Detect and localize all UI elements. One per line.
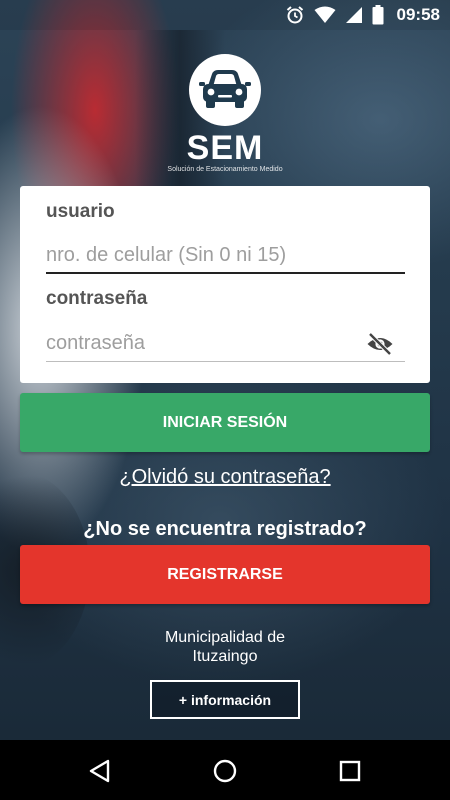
forgot-password-link[interactable]: ¿Olvidó su contraseña? <box>0 466 450 489</box>
password-label: contraseña <box>46 288 148 309</box>
navigation-bar <box>0 740 450 800</box>
not-registered-heading: ¿No se encuentra registrado? <box>83 518 367 540</box>
logo-subtitle: Solución de Estacionamiento Medido <box>167 166 283 173</box>
alarm-icon <box>285 5 305 25</box>
back-icon[interactable] <box>87 758 113 784</box>
phone-number-input[interactable] <box>46 238 405 274</box>
login-button[interactable]: INICIAR SESIÓN <box>20 393 430 452</box>
password-input[interactable] <box>46 326 405 362</box>
logo-title: SEM <box>186 129 264 167</box>
eye-off-icon[interactable] <box>366 332 394 356</box>
municipality-name: Municipalidad de Ituzaingo <box>0 628 450 666</box>
signal-icon <box>345 6 363 24</box>
car-icon <box>199 66 251 115</box>
more-info-button[interactable]: + información <box>150 680 300 719</box>
home-icon[interactable] <box>212 758 238 784</box>
app-logo <box>189 54 261 126</box>
battery-icon <box>372 5 384 25</box>
recents-icon[interactable] <box>337 758 363 784</box>
municipality-line-1: Municipalidad de <box>164 629 286 646</box>
status-time: 09:58 <box>396 5 440 24</box>
status-bar: 09:58 <box>0 0 450 30</box>
wifi-icon <box>314 6 336 24</box>
register-button[interactable]: REGISTRARSE <box>20 545 430 604</box>
login-form-card: usuario contraseña <box>20 186 430 383</box>
user-label: usuario <box>46 201 115 222</box>
municipality-line-2: Ituzaingo <box>192 648 258 665</box>
